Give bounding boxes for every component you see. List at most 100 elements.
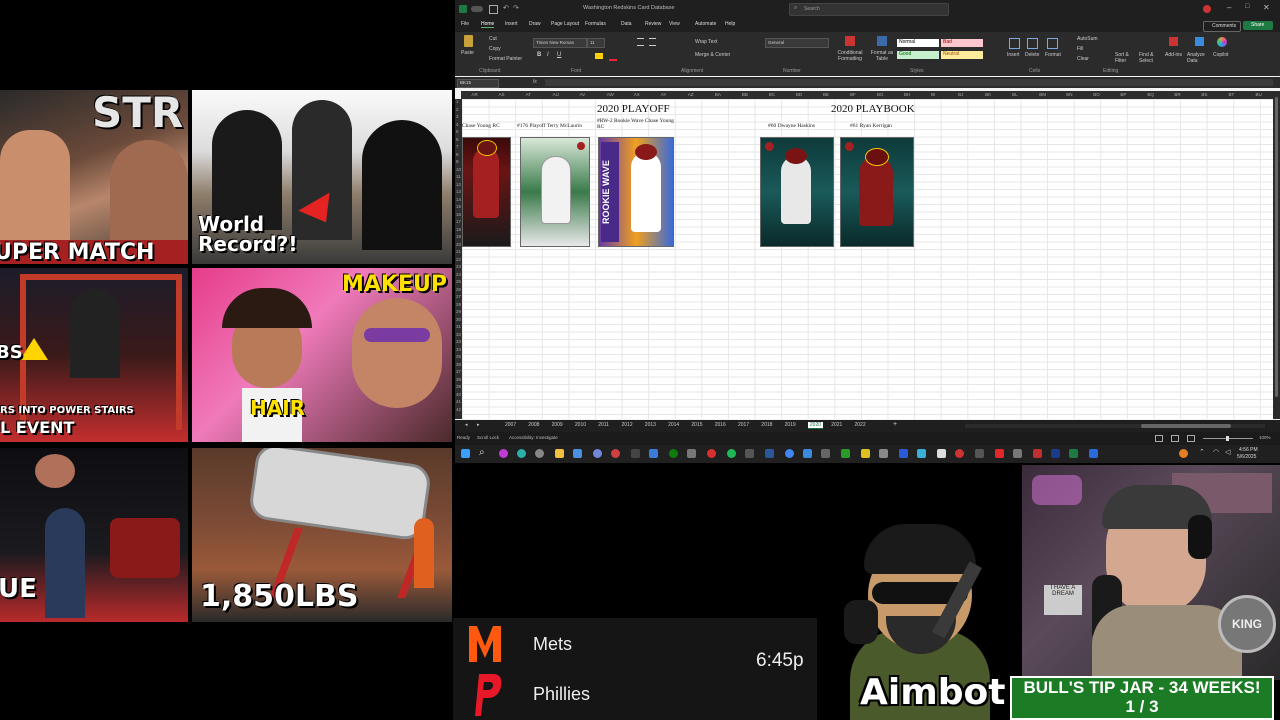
undo-icon[interactable]: ↶ xyxy=(503,4,509,12)
app-icon[interactable] xyxy=(803,449,812,458)
column-header[interactable]: BS xyxy=(1201,92,1207,97)
video-thumbnail-car-lift[interactable]: 1,850LBS xyxy=(192,448,452,622)
column-header[interactable]: BF xyxy=(850,92,856,97)
zoom-slider[interactable] xyxy=(1203,436,1253,441)
row-header[interactable]: 31 xyxy=(456,324,461,329)
ribbon-tab-home[interactable]: Home xyxy=(481,21,495,28)
row-header[interactable]: 41 xyxy=(456,399,461,404)
column-header[interactable]: BL xyxy=(1012,92,1018,97)
app-icon[interactable] xyxy=(1089,449,1098,458)
row-header[interactable]: 3 xyxy=(456,114,459,119)
row-header[interactable]: 24 xyxy=(456,272,461,277)
row-header[interactable]: 22 xyxy=(456,257,461,262)
app-icon[interactable] xyxy=(879,449,888,458)
clear-button[interactable]: Clear xyxy=(1077,56,1089,62)
column-header[interactable]: AX xyxy=(634,92,640,97)
row-header[interactable]: 32 xyxy=(456,332,461,337)
search-icon[interactable]: ⌕ xyxy=(479,447,485,458)
sheet-tab-2018[interactable]: 2018 xyxy=(761,422,772,428)
copy-button[interactable]: Copy xyxy=(489,46,501,52)
app-icon[interactable] xyxy=(821,449,830,458)
column-header[interactable]: BP xyxy=(1120,92,1126,97)
row-header[interactable]: 8 xyxy=(456,152,459,157)
start-icon[interactable] xyxy=(461,449,470,458)
account-icon[interactable] xyxy=(1203,5,1211,13)
sheet-tab-2015[interactable]: 2015 xyxy=(691,422,702,428)
row-header[interactable]: 26 xyxy=(456,287,461,292)
ribbon-tab-data[interactable]: Data xyxy=(621,21,632,27)
chevron-up-icon[interactable]: ⌃ xyxy=(1199,448,1205,456)
number-format-dropdown[interactable]: General xyxy=(765,38,829,48)
delete-cells-button[interactable]: Delete xyxy=(1025,52,1039,58)
column-header[interactable]: BM xyxy=(1039,92,1046,97)
row-header[interactable]: 29 xyxy=(456,309,461,314)
paste-button[interactable]: Paste xyxy=(461,35,477,61)
row-header[interactable]: 16 xyxy=(456,212,461,217)
row-header[interactable]: 6 xyxy=(456,137,459,142)
video-thumbnail-super-match[interactable]: STR UPER MATCH xyxy=(0,90,188,264)
row-header[interactable]: 19 xyxy=(456,234,461,239)
redo-icon[interactable]: ↷ xyxy=(513,4,519,12)
row-header[interactable]: 9 xyxy=(456,159,459,164)
ribbon-tab-draw[interactable]: Draw xyxy=(529,21,541,27)
maximize-icon[interactable]: □ xyxy=(1245,3,1249,10)
app-icon[interactable] xyxy=(1051,449,1060,458)
ribbon-tab-automate[interactable]: Automate xyxy=(695,21,716,27)
sheet-tab-2008[interactable]: 2008 xyxy=(528,422,539,428)
trading-card-dwayne-haskins[interactable] xyxy=(760,137,834,247)
ribbon-tab-file[interactable]: File xyxy=(461,21,469,27)
format-painter-button[interactable]: Format Painter xyxy=(489,56,522,62)
edge-icon[interactable] xyxy=(517,449,526,458)
app-icon[interactable] xyxy=(745,449,754,458)
search-box[interactable]: ⌕ Search xyxy=(789,3,949,16)
row-header[interactable]: 37 xyxy=(456,369,461,374)
status-accessibility[interactable]: Accessibility: Investigate xyxy=(509,435,558,440)
format-cells-button[interactable]: Format xyxy=(1045,52,1061,58)
chrome-icon[interactable] xyxy=(785,449,794,458)
app-icon[interactable] xyxy=(937,449,946,458)
video-thumbnail-power-stairs[interactable]: BS RS INTO POWER STAIRS L EVENT xyxy=(0,268,188,442)
sheet-tab-2013[interactable]: 2013 xyxy=(645,422,656,428)
sheet-tab-2011[interactable]: 2011 xyxy=(598,422,609,428)
app-icon[interactable] xyxy=(975,449,984,458)
horizontal-scrollbar[interactable] xyxy=(965,424,1265,428)
spotify-icon[interactable] xyxy=(727,449,736,458)
discord-icon[interactable] xyxy=(593,449,602,458)
align-left-icon[interactable] xyxy=(637,38,644,46)
copilot-taskbar-icon[interactable] xyxy=(499,449,508,458)
column-header[interactable]: BQ xyxy=(1147,92,1154,97)
app-icon[interactable] xyxy=(631,449,640,458)
sheet-tab-2012[interactable]: 2012 xyxy=(622,422,633,428)
column-header[interactable]: BA xyxy=(715,92,721,97)
addins-button[interactable]: Add-ins xyxy=(1165,52,1182,58)
comments-button[interactable]: Comments xyxy=(1203,21,1241,32)
row-header[interactable]: 30 xyxy=(456,317,461,322)
row-header[interactable]: 42 xyxy=(456,407,461,412)
close-icon[interactable]: ✕ xyxy=(1263,3,1270,12)
sheet-tab-2022[interactable]: 2022 xyxy=(855,422,866,428)
style-normal[interactable]: Normal xyxy=(897,39,939,47)
scrollbar-thumb[interactable] xyxy=(1275,97,1278,397)
trading-card-ryan-kerrigan[interactable] xyxy=(840,137,914,247)
ribbon-tab-insert[interactable]: Insert xyxy=(505,21,518,27)
name-box[interactable]: BK15 xyxy=(457,79,499,88)
store-icon[interactable] xyxy=(573,449,582,458)
column-header[interactable]: AT xyxy=(526,92,531,97)
column-header[interactable]: AU xyxy=(553,92,559,97)
trading-card-terry-mclaurin[interactable] xyxy=(520,137,590,247)
cut-button[interactable]: Cut xyxy=(489,36,497,42)
conditional-formatting-button[interactable]: Conditional Formatting xyxy=(833,36,867,66)
row-header[interactable]: 38 xyxy=(456,377,461,382)
row-header[interactable]: 21 xyxy=(456,249,461,254)
row-header[interactable]: 10 xyxy=(456,167,461,172)
column-header[interactable]: BT xyxy=(1228,92,1234,97)
app-icon[interactable] xyxy=(611,449,620,458)
insert-cells-button[interactable]: Insert xyxy=(1007,52,1020,58)
sheet-tab-2010[interactable]: 2010 xyxy=(575,422,586,428)
sheet-tab-2021[interactable]: 2021 xyxy=(831,422,842,428)
video-thumbnail-stone-throw[interactable]: UE xyxy=(0,448,188,622)
prev-sheet-icon[interactable]: ◂ xyxy=(465,422,468,428)
italic-button[interactable]: I xyxy=(547,52,549,58)
find-select-button[interactable]: Find & Select xyxy=(1139,52,1161,64)
column-header[interactable]: BD xyxy=(796,92,802,97)
